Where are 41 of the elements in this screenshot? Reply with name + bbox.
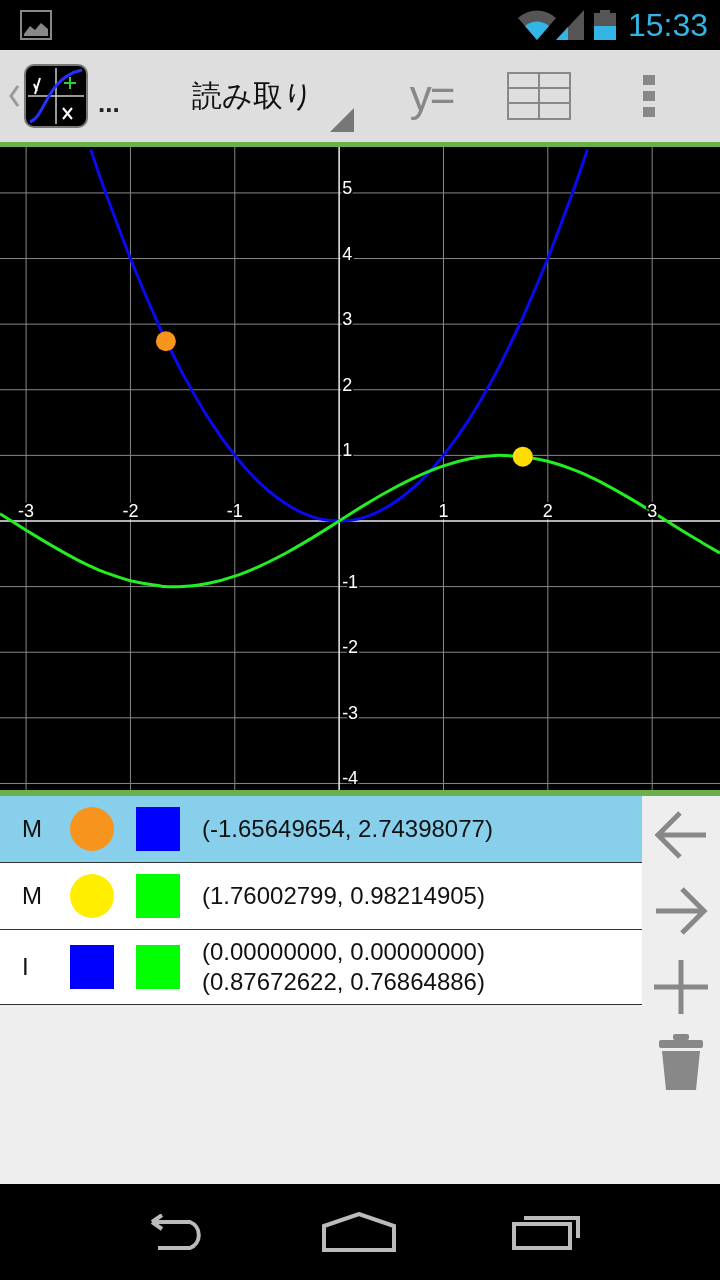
tick-label: -3 [342, 702, 359, 723]
up-caret-icon[interactable] [8, 84, 20, 108]
trash-icon[interactable] [659, 1034, 703, 1090]
tick-label: 5 [342, 177, 353, 198]
recent-apps-icon[interactable] [512, 1214, 582, 1250]
mode-spinner[interactable]: 読み取り [191, 50, 354, 142]
tick-label: 2 [342, 374, 353, 395]
coordinate-text: (0.00000000, 0.00000000) [202, 938, 485, 966]
reading-type: I [22, 953, 30, 981]
picture-notification-icon [20, 10, 52, 40]
tick-label: 2 [542, 501, 553, 521]
coordinate-text: (0.87672622, 0.76864886) [202, 968, 485, 996]
tick-label: -3 [18, 501, 35, 521]
title-ellipsis: ... [98, 87, 120, 119]
coordinate-text: (-1.65649654, 2.74398077) [202, 815, 493, 843]
battery-icon [593, 10, 616, 40]
overflow-menu-icon[interactable] [643, 75, 656, 117]
signal-icon [555, 10, 584, 40]
reading-row[interactable]: M (-1.65649654, 2.74398077) [0, 796, 642, 863]
tick-label: -4 [342, 768, 359, 789]
tick-label: -1 [226, 501, 243, 521]
coordinate-text: (1.76002799, 0.98214905) [202, 882, 485, 910]
clock: 15:33 [627, 6, 708, 44]
trace-point[interactable] [155, 331, 176, 352]
table-icon[interactable] [507, 72, 572, 120]
tick-label: 4 [342, 243, 353, 264]
reading-type: M [22, 882, 43, 910]
tick-label: -2 [342, 637, 359, 658]
wifi-icon [517, 10, 556, 40]
tick-label: -1 [342, 571, 359, 592]
app-icon[interactable] [24, 64, 88, 128]
trace-point[interactable] [512, 446, 533, 467]
tick-label: 1 [342, 440, 353, 461]
add-icon[interactable] [652, 958, 710, 1016]
reading-row[interactable]: I (0.00000000, 0.00000000) (0.87672622, 0.76864886) [0, 930, 642, 1005]
tick-label: -2 [122, 501, 139, 521]
tick-label: 3 [342, 309, 353, 330]
reading-type: M [22, 815, 43, 843]
home-icon[interactable] [322, 1212, 396, 1252]
tick-label: 1 [438, 501, 449, 521]
reading-row[interactable]: M (1.76002799, 0.98214905) [0, 863, 642, 930]
